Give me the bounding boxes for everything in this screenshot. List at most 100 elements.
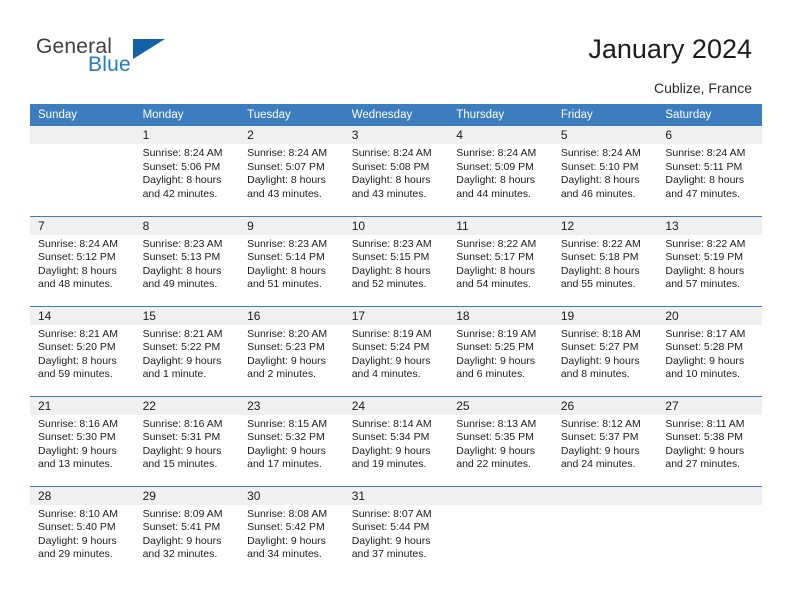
daylight-text-line1: Daylight: 8 hours <box>142 264 222 277</box>
day-number: 11 <box>448 216 553 235</box>
sunset-text: Sunset: 5:40 PM <box>38 521 116 534</box>
calendar-day-cell[interactable]: 2 Sunrise: 8:24 AM Sunset: 5:07 PM Dayli… <box>239 126 344 216</box>
day-details: Sunrise: 8:21 AM Sunset: 5:20 PM Dayligh… <box>30 325 135 382</box>
sunset-text: Sunset: 5:22 PM <box>142 341 221 354</box>
daylight-text-line1: Daylight: 9 hours <box>142 354 222 367</box>
sunset-text: Sunset: 5:34 PM <box>351 431 430 444</box>
day-number: 4 <box>448 126 553 144</box>
calendar-day-cell[interactable]: 25 Sunrise: 8:13 AM Sunset: 5:35 PM Dayl… <box>448 395 553 486</box>
daylight-text-line2: and 4 minutes. <box>351 368 421 381</box>
calendar-day-cell[interactable] <box>552 485 658 576</box>
sunrise-text: Sunrise: 8:12 AM <box>560 417 641 430</box>
sunset-text: Sunset: 5:15 PM <box>351 251 430 264</box>
calendar-day-cell[interactable]: 8 Sunrise: 8:23 AM Sunset: 5:13 PM Dayli… <box>134 215 240 306</box>
calendar-day-cell[interactable]: 13 Sunrise: 8:22 AM Sunset: 5:19 PM Dayl… <box>657 215 762 306</box>
daylight-text-line2: and 10 minutes. <box>665 368 741 381</box>
weekday-header-friday: Friday <box>552 104 658 126</box>
calendar-day-cell[interactable]: 18 Sunrise: 8:19 AM Sunset: 5:25 PM Dayl… <box>448 305 553 396</box>
sunrise-text: Sunrise: 8:24 AM <box>351 147 432 159</box>
sunrise-text: Sunrise: 8:21 AM <box>142 327 223 340</box>
daylight-text-line1: Daylight: 9 hours <box>351 444 431 457</box>
calendar-day-cell[interactable]: 1 Sunrise: 8:24 AM Sunset: 5:06 PM Dayli… <box>134 126 240 216</box>
day-number: 18 <box>448 306 553 325</box>
calendar-day-cell[interactable]: 30 Sunrise: 8:08 AM Sunset: 5:42 PM Dayl… <box>239 485 344 576</box>
sunset-text: Sunset: 5:20 PM <box>38 341 116 354</box>
daylight-text-line2: and 2 minutes. <box>247 368 317 381</box>
calendar-week-row: 14 Sunrise: 8:21 AM Sunset: 5:20 PM Dayl… <box>30 305 762 396</box>
daylight-text-line1: Daylight: 9 hours <box>351 534 431 547</box>
sunset-text: Sunset: 5:32 PM <box>247 431 325 444</box>
daylight-text-line2: and 22 minutes. <box>456 458 531 471</box>
day-number: 21 <box>30 396 135 415</box>
calendar-header-row: Sunday Monday Tuesday Wednesday Thursday… <box>30 104 762 126</box>
day-details: Sunrise: 8:23 AM Sunset: 5:14 PM Dayligh… <box>239 235 344 292</box>
calendar-day-cell[interactable]: 27 Sunrise: 8:11 AM Sunset: 5:38 PM Dayl… <box>657 395 762 486</box>
sunrise-text: Sunrise: 8:14 AM <box>351 417 432 430</box>
calendar-day-cell[interactable]: 3 Sunrise: 8:24 AM Sunset: 5:08 PM Dayli… <box>343 126 449 216</box>
calendar-day-cell[interactable]: 29 Sunrise: 8:09 AM Sunset: 5:41 PM Dayl… <box>134 485 240 576</box>
daylight-text-line1: Daylight: 9 hours <box>560 444 640 457</box>
calendar-day-cell[interactable]: 22 Sunrise: 8:16 AM Sunset: 5:31 PM Dayl… <box>134 395 240 486</box>
day-details: Sunrise: 8:24 AM Sunset: 5:10 PM Dayligh… <box>553 144 658 201</box>
day-details: Sunrise: 8:16 AM Sunset: 5:30 PM Dayligh… <box>30 415 135 472</box>
daylight-text-line2: and 13 minutes. <box>38 458 113 471</box>
calendar-day-cell[interactable]: 23 Sunrise: 8:15 AM Sunset: 5:32 PM Dayl… <box>239 395 344 486</box>
daylight-text-line2: and 46 minutes. <box>560 187 636 200</box>
calendar-day-cell[interactable]: 9 Sunrise: 8:23 AM Sunset: 5:14 PM Dayli… <box>239 215 344 306</box>
calendar-day-cell[interactable]: 20 Sunrise: 8:17 AM Sunset: 5:28 PM Dayl… <box>657 305 762 396</box>
sunset-text: Sunset: 5:41 PM <box>142 521 221 534</box>
daylight-text-line2: and 47 minutes. <box>665 187 741 200</box>
calendar-day-cell[interactable]: 4 Sunrise: 8:24 AM Sunset: 5:09 PM Dayli… <box>448 126 553 216</box>
day-details: Sunrise: 8:09 AM Sunset: 5:41 PM Dayligh… <box>135 505 240 562</box>
calendar-day-cell[interactable]: 14 Sunrise: 8:21 AM Sunset: 5:20 PM Dayl… <box>30 305 135 396</box>
day-details: Sunrise: 8:22 AM Sunset: 5:19 PM Dayligh… <box>657 235 762 292</box>
calendar-day-cell[interactable]: 26 Sunrise: 8:12 AM Sunset: 5:37 PM Dayl… <box>552 395 658 486</box>
calendar-day-cell[interactable]: 19 Sunrise: 8:18 AM Sunset: 5:27 PM Dayl… <box>552 305 658 396</box>
day-details: Sunrise: 8:22 AM Sunset: 5:17 PM Dayligh… <box>448 235 553 292</box>
calendar-day-cell[interactable] <box>448 485 553 576</box>
daylight-text-line2: and 32 minutes. <box>142 548 218 561</box>
sunset-text: Sunset: 5:14 PM <box>247 251 325 264</box>
sunrise-text: Sunrise: 8:16 AM <box>38 417 118 430</box>
sunrise-text: Sunrise: 8:22 AM <box>456 237 537 250</box>
calendar-day-cell[interactable]: 15 Sunrise: 8:21 AM Sunset: 5:22 PM Dayl… <box>134 305 240 396</box>
brand-logo[interactable]: General Blue <box>36 36 216 86</box>
sunset-text: Sunset: 5:12 PM <box>38 251 116 264</box>
calendar-day-cell[interactable]: 5 Sunrise: 8:24 AM Sunset: 5:10 PM Dayli… <box>552 126 658 216</box>
daylight-text-line1: Daylight: 9 hours <box>247 534 326 547</box>
calendar-day-cell[interactable]: 21 Sunrise: 8:16 AM Sunset: 5:30 PM Dayl… <box>30 395 135 486</box>
daylight-text-line1: Daylight: 9 hours <box>351 354 431 367</box>
sunrise-text: Sunrise: 8:08 AM <box>247 507 328 520</box>
daylight-text-line1: Daylight: 8 hours <box>665 174 745 187</box>
sunrise-text: Sunrise: 8:15 AM <box>247 417 328 430</box>
calendar-day-cell[interactable]: 24 Sunrise: 8:14 AM Sunset: 5:34 PM Dayl… <box>343 395 449 486</box>
sunset-text: Sunset: 5:30 PM <box>38 431 116 444</box>
sunset-text: Sunset: 5:09 PM <box>456 160 534 173</box>
calendar-day-cell[interactable] <box>30 126 135 216</box>
day-details: Sunrise: 8:08 AM Sunset: 5:42 PM Dayligh… <box>239 505 344 562</box>
day-details: Sunrise: 8:12 AM Sunset: 5:37 PM Dayligh… <box>553 415 658 472</box>
day-number: 12 <box>552 216 658 235</box>
calendar-day-cell[interactable] <box>657 485 762 576</box>
calendar-day-cell[interactable]: 28 Sunrise: 8:10 AM Sunset: 5:40 PM Dayl… <box>30 485 135 576</box>
weekday-header-saturday: Saturday <box>657 104 762 126</box>
daylight-text-line1: Daylight: 8 hours <box>560 264 640 277</box>
day-details: Sunrise: 8:17 AM Sunset: 5:28 PM Dayligh… <box>657 325 762 382</box>
sunrise-text: Sunrise: 8:16 AM <box>142 417 223 430</box>
daylight-text-line2: and 6 minutes. <box>456 368 526 381</box>
calendar-day-cell[interactable]: 11 Sunrise: 8:22 AM Sunset: 5:17 PM Dayl… <box>448 215 553 306</box>
daylight-text-line1: Daylight: 9 hours <box>142 534 222 547</box>
calendar-day-cell[interactable]: 17 Sunrise: 8:19 AM Sunset: 5:24 PM Dayl… <box>343 305 449 396</box>
calendar-day-cell[interactable]: 16 Sunrise: 8:20 AM Sunset: 5:23 PM Dayl… <box>239 305 344 396</box>
calendar-week-row: 21 Sunrise: 8:16 AM Sunset: 5:30 PM Dayl… <box>30 395 762 486</box>
day-number <box>30 126 135 144</box>
day-number: 29 <box>134 486 240 505</box>
day-number: 24 <box>343 396 449 415</box>
sunset-text: Sunset: 5:28 PM <box>665 341 744 354</box>
calendar-day-cell[interactable]: 31 Sunrise: 8:07 AM Sunset: 5:44 PM Dayl… <box>343 485 449 576</box>
daylight-text-line1: Daylight: 8 hours <box>665 264 745 277</box>
calendar-day-cell[interactable]: 12 Sunrise: 8:22 AM Sunset: 5:18 PM Dayl… <box>552 215 658 306</box>
calendar-day-cell[interactable]: 7 Sunrise: 8:24 AM Sunset: 5:12 PM Dayli… <box>30 215 135 306</box>
calendar-day-cell[interactable]: 10 Sunrise: 8:23 AM Sunset: 5:15 PM Dayl… <box>343 215 449 306</box>
calendar-day-cell[interactable]: 6 Sunrise: 8:24 AM Sunset: 5:11 PM Dayli… <box>657 126 762 216</box>
